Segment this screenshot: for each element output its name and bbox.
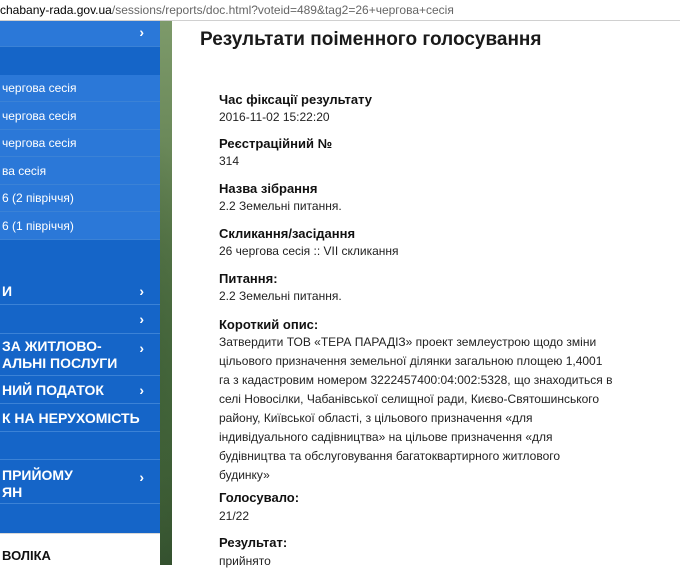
field-label-description: Короткий опис: xyxy=(219,317,319,332)
field-label-voted: Голосувало: xyxy=(219,490,300,505)
sidebar-menu-item[interactable]: ПРИЙОМУ ЯН › xyxy=(0,460,160,504)
sidebar-menu-item[interactable]: И › xyxy=(0,277,160,305)
url-host: chabany-rada.gov.ua xyxy=(0,3,112,17)
chevron-right-icon: › xyxy=(139,469,144,485)
sidebar-footer-title: ВОЛІКА xyxy=(2,548,51,563)
sidebar-footer: ВОЛІКА xyxy=(0,533,160,566)
sidebar-menu: › чергова сесія чергова сесія чергова се… xyxy=(0,21,160,533)
sidebar-menu-item[interactable]: К НА НЕРУХОМІСТЬ xyxy=(0,404,160,432)
sidebar-session-item[interactable]: чергова сесія xyxy=(0,102,160,130)
sidebar-session-item[interactable]: 6 (2 півріччя) xyxy=(0,185,160,212)
field-value-result: прийнято xyxy=(219,554,271,568)
sidebar-menu-item[interactable]: › xyxy=(0,305,160,334)
chevron-right-icon: › xyxy=(139,311,144,327)
field-label-time: Час фіксації результату xyxy=(219,92,373,107)
field-label-assembly: Назва зібрання xyxy=(219,181,318,196)
sidebar-top-item[interactable]: › xyxy=(0,21,160,47)
field-value-assembly: 2.2 Земельні питання. xyxy=(219,199,342,213)
sidebar-session-item[interactable]: 6 (1 півріччя) xyxy=(0,212,160,240)
sidebar-session-item[interactable]: чергова сесія xyxy=(0,130,160,157)
chevron-right-icon: › xyxy=(139,283,144,299)
address-bar[interactable]: chabany-rada.gov.ua/sessions/reports/doc… xyxy=(0,0,680,21)
chevron-right-icon: › xyxy=(139,382,144,398)
chevron-right-icon: › xyxy=(139,340,144,356)
sidebar-menu-item[interactable]: НИЙ ПОДАТОК › xyxy=(0,376,160,404)
field-value-reg-number: 314 xyxy=(219,154,240,168)
field-value-voted: 21/22 xyxy=(219,509,250,523)
field-label-result: Результат: xyxy=(219,535,288,550)
field-label-question: Питання: xyxy=(219,271,278,286)
sidebar-session-item[interactable]: чергова сесія xyxy=(0,75,160,102)
sidebar-menu-item[interactable]: ЗА ЖИТЛОВО- АЛЬНІ ПОСЛУГИ › xyxy=(0,334,160,376)
sidebar-session-item[interactable]: ва сесія xyxy=(0,157,160,185)
field-label-convocation: Скликання/засідання xyxy=(219,226,356,241)
field-label-reg-number: Реєстраційний № xyxy=(219,136,333,151)
field-value-description: Затвердити ТОВ «ТЕРА ПАРАДІЗ» проект зем… xyxy=(219,335,613,482)
sidebar-menu-item[interactable] xyxy=(0,432,160,460)
url-path: /sessions/reports/doc.html?voteid=489&ta… xyxy=(111,3,454,17)
chevron-right-icon: › xyxy=(139,24,144,40)
field-value-time: 2016-11-02 15:22:20 xyxy=(219,110,330,124)
report-content: Результати поіменного голосування Час фі… xyxy=(172,21,680,568)
field-value-convocation: 26 чергова сесія :: VII скликання xyxy=(219,244,399,258)
field-value-question: 2.2 Земельні питання. xyxy=(219,289,342,303)
page-title: Результати поіменного голосування xyxy=(200,29,542,50)
